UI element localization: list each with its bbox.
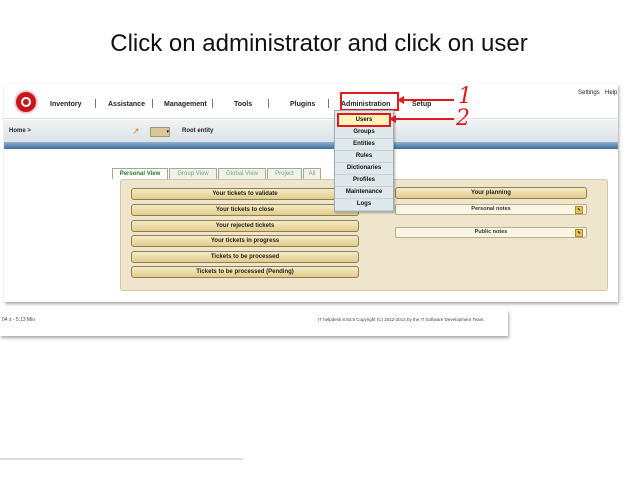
annotation-arrow-2 [396, 118, 454, 120]
tickets-to-close-button[interactable]: Your tickets to close [131, 204, 359, 216]
tab-personal-view[interactable]: Personal View [112, 168, 168, 179]
breadcrumb-home[interactable]: Home > [9, 128, 31, 134]
annotation-arrowhead-1 [397, 96, 404, 104]
slide-title: Click on administrator and click on user [110, 30, 528, 57]
your-planning-button[interactable]: Your planning [395, 187, 587, 199]
public-notes[interactable]: Public notes ✎ [395, 227, 587, 238]
footer-stats: 04 s - 5.13 Mio [2, 317, 36, 323]
root-entity-label[interactable]: Root entity [182, 128, 213, 134]
pencil-icon[interactable]: ↗ [132, 126, 140, 137]
tab-all[interactable]: All [303, 168, 321, 179]
tab-project[interactable]: Project [267, 168, 302, 179]
logo-icon[interactable] [14, 90, 38, 114]
edit-note-icon[interactable]: ✎ [575, 206, 583, 214]
menu-management[interactable]: Management [164, 101, 207, 108]
breadcrumb-bar: Home > ↗ ▾ Root entity [4, 120, 618, 142]
settings-link[interactable]: Settings [578, 90, 600, 96]
annotation-arrowhead-2 [389, 115, 396, 123]
entity-select[interactable]: ▾ [150, 127, 170, 137]
menu-tools[interactable]: Tools [234, 101, 252, 108]
footer-copyright: IT helpdesk 8.83.5 Copyright (C) 2012-20… [318, 317, 485, 322]
menu-plugins[interactable]: Plugins [290, 101, 315, 108]
personal-notes[interactable]: Personal notes ✎ [395, 204, 587, 215]
menu-inventory[interactable]: Inventory [50, 101, 82, 108]
menu-separator [328, 99, 329, 108]
tab-global-view[interactable]: Global View [218, 168, 266, 179]
tickets-to-validate-button[interactable]: Your tickets to validate [131, 188, 359, 200]
tickets-to-process-button[interactable]: Tickets to be processed [131, 251, 359, 263]
menu-assistance[interactable]: Assistance [108, 101, 145, 108]
menu-separator [152, 99, 153, 108]
admin-menu-users[interactable]: Users [337, 113, 391, 127]
app-screenshot: Inventory Assistance Management Tools Pl… [4, 84, 618, 302]
rejected-tickets-button[interactable]: Your rejected tickets [131, 220, 359, 232]
header-divider [4, 142, 618, 149]
menu-setup[interactable]: Setup [412, 101, 431, 108]
help-link[interactable]: Help [605, 90, 617, 96]
divider [0, 458, 243, 460]
public-notes-label: Public notes [474, 229, 508, 235]
top-menu-bar: Inventory Assistance Management Tools Pl… [4, 84, 618, 119]
edit-note-icon[interactable]: ✎ [575, 229, 583, 237]
annotation-number-2: 2 [456, 106, 470, 131]
menu-separator [212, 99, 213, 108]
personal-notes-label: Personal notes [471, 206, 511, 212]
menu-separator [268, 99, 269, 108]
annotation-arrow-1 [404, 99, 454, 101]
tickets-in-progress-button[interactable]: Your tickets in progress [131, 235, 359, 247]
page-footer: 04 s - 5.13 Mio IT helpdesk 8.83.5 Copyr… [0, 310, 508, 336]
tickets-pending-button[interactable]: Tickets to be processed (Pending) [131, 266, 359, 278]
tab-group-view[interactable]: Group View [169, 168, 217, 179]
administration-highlight [340, 92, 399, 111]
menu-separator [95, 99, 96, 108]
administration-dropdown: Users Groups Entities Rules Dictionaries… [334, 110, 394, 212]
admin-menu-logs[interactable]: Logs [335, 198, 393, 211]
